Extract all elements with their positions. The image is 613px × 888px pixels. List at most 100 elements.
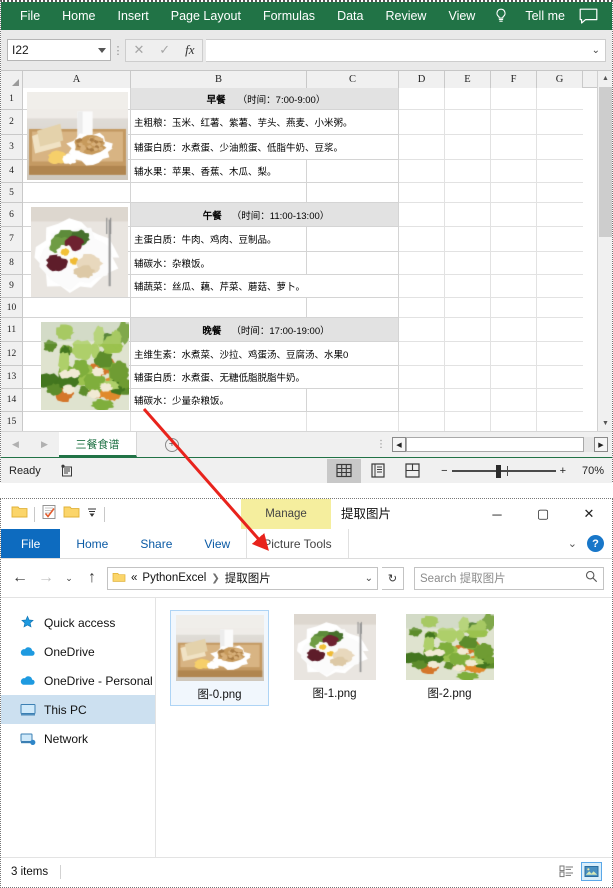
cell-f4[interactable] [491,160,537,183]
address-bar[interactable]: « PythonExcel ❯ 提取图片 ⌄ [107,566,378,590]
cell-e3[interactable] [445,135,491,160]
breadcrumb-root[interactable]: « [131,572,137,584]
close-button[interactable]: ✕ [566,499,612,529]
cell-d9[interactable] [399,275,445,298]
explorer-tab-home[interactable]: Home [60,529,124,558]
breadcrumb-chevron-icon[interactable]: ❯ [211,573,219,584]
cell-b4[interactable]: 辅水果：苹果、香蕉、木瓜、梨。 [131,160,307,183]
zoom-slider-area[interactable]: − + 70% [441,464,604,478]
cell-d12[interactable] [399,342,445,366]
zoom-out-icon[interactable]: − [441,465,447,477]
zoom-slider[interactable] [451,464,556,478]
row-header-6[interactable]: 6 [1,203,23,227]
next-sheet-icon[interactable]: ▶ [41,439,48,450]
cell-g3[interactable] [537,135,583,160]
cell-f11[interactable] [491,318,537,342]
cell-b10[interactable] [131,298,307,318]
column-header-f[interactable]: F [491,71,537,88]
large-icons-view-icon[interactable] [581,862,602,881]
formula-input[interactable]: ⌄ [206,38,606,62]
scroll-down-icon[interactable]: ▼ [598,416,612,431]
new-folder-icon[interactable] [63,504,80,524]
zoom-in-icon[interactable]: + [560,465,566,477]
normal-view-icon[interactable] [327,458,362,483]
cell-e13[interactable] [445,366,491,389]
cell-f8[interactable] [491,252,537,275]
help-icon[interactable]: ? [587,535,604,552]
cell-e2[interactable] [445,110,491,135]
cell-b15[interactable] [131,412,307,431]
tab-split-handle[interactable]: ⋮ [370,432,392,457]
cell-f3[interactable] [491,135,537,160]
cell-c7[interactable] [307,227,399,252]
embedded-image-breakfast[interactable] [27,92,128,180]
row-header-9[interactable]: 9 [1,275,23,298]
explorer-tab-picture-tools[interactable]: Picture Tools [246,529,349,558]
refresh-button[interactable]: ↻ [382,566,404,590]
prev-sheet-icon[interactable]: ◀ [12,439,19,450]
cell-d3[interactable] [399,135,445,160]
sheet-nav-arrows[interactable]: ◀ ▶ [1,432,59,457]
confirm-edit-icon[interactable]: ✓ [159,42,170,58]
cell-e10[interactable] [445,298,491,318]
cell-g9[interactable] [537,275,583,298]
cell-d11[interactable] [399,318,445,342]
hscroll-thumb[interactable] [406,437,584,452]
cell-b11[interactable]: 晚餐 （时间：17:00-19:00） [131,318,399,342]
ribbon-tab-data[interactable]: Data [326,2,374,30]
maximize-button[interactable]: ▢ [520,499,566,529]
cell-c4[interactable] [307,160,399,183]
cell-e5[interactable] [445,183,491,203]
cell-e11[interactable] [445,318,491,342]
cell-a10[interactable] [23,298,131,318]
breadcrumb-pythonexcel[interactable]: PythonExcel [142,572,206,584]
page-layout-view-icon[interactable] [361,459,395,483]
ribbon-tab-home[interactable]: Home [51,2,106,30]
cell-f7[interactable] [491,227,537,252]
details-view-icon[interactable] [556,862,577,881]
cell-g12[interactable] [537,342,583,366]
cell-d6[interactable] [399,203,445,227]
cell-b8[interactable]: 辅碳水：杂粮饭。 [131,252,307,275]
cell-d2[interactable] [399,110,445,135]
cell-c10[interactable] [307,298,399,318]
cell-f2[interactable] [491,110,537,135]
cell-f13[interactable] [491,366,537,389]
cell-d15[interactable] [399,412,445,431]
row-header-13[interactable]: 13 [1,366,23,389]
comment-icon[interactable] [579,8,598,25]
nav-item-this-pc[interactable]: This PC [1,695,155,724]
cell-b5[interactable] [131,183,307,203]
cell-f5[interactable] [491,183,537,203]
cell-g5[interactable] [537,183,583,203]
cell-e7[interactable] [445,227,491,252]
chevron-down-icon[interactable] [98,47,106,53]
name-box[interactable]: I22 [7,39,111,61]
cell-f1[interactable] [491,88,537,110]
row-header-10[interactable]: 10 [1,298,23,318]
nav-item-network[interactable]: Network [1,724,155,753]
ribbon-tab-page-layout[interactable]: Page Layout [160,2,252,30]
column-header-a[interactable]: A [23,71,131,88]
scroll-left-icon[interactable]: ◀ [392,437,406,452]
page-break-view-icon[interactable] [395,459,429,483]
file-list-pane[interactable]: 图-0.png 图-1.png 图-2.png [156,598,612,857]
vertical-scrollbar[interactable]: ▲ ▼ [597,71,612,431]
address-dropdown-icon[interactable]: ⌄ [365,573,373,584]
explorer-tab-share[interactable]: Share [124,529,188,558]
cell-f6[interactable] [491,203,537,227]
properties-icon[interactable] [41,504,57,525]
zoom-level[interactable]: 70% [570,465,604,477]
column-header-c[interactable]: C [307,71,399,88]
cell-g14[interactable] [537,389,583,412]
cell-g15[interactable] [537,412,583,431]
cell-b2[interactable]: 主粗粮：玉米、红薯、紫薯、芋头、燕麦、小米粥。 [131,110,399,135]
cell-area[interactable]: 早餐 （时间：7:00-9:00） 主粗粮：玉米、红薯、紫薯、芋头、燕麦、小米粥… [23,88,612,431]
scroll-right-icon[interactable]: ▶ [594,437,608,452]
embedded-image-dinner[interactable] [41,322,129,410]
lightbulb-icon[interactable] [492,7,510,25]
row-header-4[interactable]: 4 [1,160,23,183]
cell-e1[interactable] [445,88,491,110]
cell-d1[interactable] [399,88,445,110]
collapse-ribbon-icon[interactable]: ⌄ [568,537,577,550]
